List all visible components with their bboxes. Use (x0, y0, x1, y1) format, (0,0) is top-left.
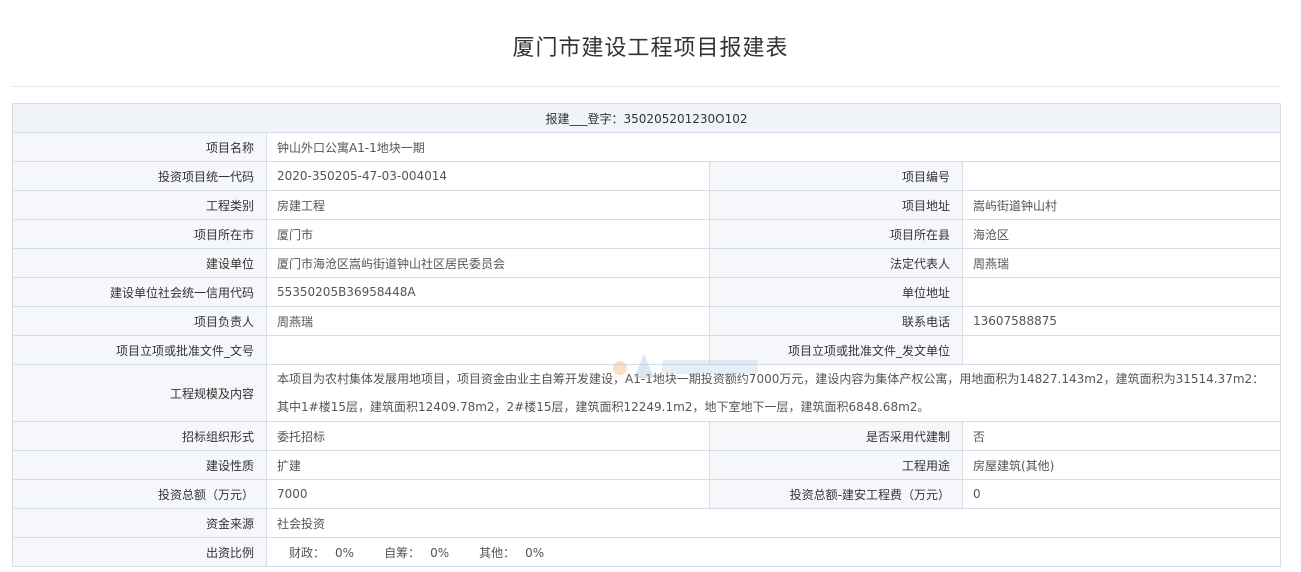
field-label: 项目所在县 (709, 219, 963, 249)
project-registration-table: 报建___登字：350205201230O102 项目名称 钟山外口公寓A1-1… (11, 103, 1282, 567)
field-label: 联系电话 (709, 306, 963, 336)
approval-doc-number-value (266, 335, 710, 365)
field-label: 项目所在市 (12, 219, 267, 249)
field-label: 单位地址 (709, 277, 963, 307)
table-row: 建设单位 厦门市海沧区嵩屿街道钟山社区居民委员会 法定代表人 周燕瑞 (12, 248, 1282, 278)
table-row: 招标组织形式 委托招标 是否采用代建制 否 (12, 421, 1282, 451)
field-label: 项目负责人 (12, 306, 267, 336)
field-label: 投资总额（万元） (12, 479, 267, 509)
table-row: 资金来源 社会投资 (12, 508, 1282, 538)
field-label: 法定代表人 (709, 248, 963, 278)
engineering-use-value: 房屋建筑(其他) (961, 450, 1282, 480)
field-label: 是否采用代建制 (709, 421, 963, 451)
unit-address-value (961, 277, 1282, 307)
self-funded-ratio-value: 0% (430, 545, 450, 560)
field-label: 投资项目统一代码 (12, 161, 267, 191)
table-row: 项目名称 钟山外口公寓A1-1地块一期 (12, 132, 1282, 162)
registration-number: 报建___登字：350205201230O102 (11, 103, 1282, 133)
project-county-value: 海沧区 (961, 219, 1282, 249)
field-label: 工程用途 (709, 450, 963, 480)
field-label: 项目编号 (709, 161, 963, 191)
field-label: 项目立项或批准文件_文号 (12, 335, 267, 365)
finance-ratio-label: 财政： (289, 545, 326, 560)
legal-representative-value: 周燕瑞 (961, 248, 1282, 278)
table-row: 工程规模及内容 本项目为农村集体发展用地项目，项目资金由业主自筹开发建设，A1-… (12, 364, 1282, 422)
field-label: 建设单位 (12, 248, 267, 278)
project-name-value: 钟山外口公寓A1-1地块一期 (265, 132, 1282, 162)
construction-unit-value: 厦门市海沧区嵩屿街道钟山社区居民委员会 (266, 248, 710, 278)
table-row: 项目负责人 周燕瑞 联系电话 13607588875 (12, 306, 1282, 336)
finance-ratio-value: 0% (335, 545, 355, 560)
field-label: 工程规模及内容 (12, 364, 267, 422)
project-address-value: 嵩屿街道钟山村 (961, 190, 1282, 220)
table-row: 工程类别 房建工程 项目地址 嵩屿街道钟山村 (12, 190, 1282, 220)
title-divider (12, 86, 1280, 87)
field-label: 项目地址 (709, 190, 963, 220)
fund-source-value: 社会投资 (265, 508, 1282, 538)
engineering-category-value: 房建工程 (266, 190, 710, 220)
field-label: 投资总额-建安工程费（万元） (709, 479, 963, 509)
contact-phone-value: 13607588875 (961, 306, 1282, 336)
page-title: 厦门市建设工程项目报建表 (512, 36, 789, 61)
field-label: 建设性质 (12, 450, 267, 480)
table-row: 项目立项或批准文件_文号 项目立项或批准文件_发文单位 (12, 335, 1282, 365)
self-funded-ratio: 自筹： 0% (384, 544, 449, 561)
table-row: 投资项目统一代码 2020-350205-47-03-004014 项目编号 (12, 161, 1282, 191)
table-row: 投资总额（万元） 7000 投资总额-建安工程费（万元） 0 (12, 479, 1282, 509)
table-row: 建设单位社会统一信用代码 55350205B36958448A 单位地址 (12, 277, 1282, 307)
credit-code-value: 55350205B36958448A (266, 277, 710, 307)
field-label: 资金来源 (12, 508, 267, 538)
approval-issuer-value (961, 335, 1282, 365)
field-label: 项目名称 (12, 132, 267, 162)
field-label: 项目立项或批准文件_发文单位 (709, 335, 963, 365)
construction-nature-value: 扩建 (266, 450, 710, 480)
installation-cost-value: 0 (961, 479, 1282, 509)
other-ratio: 其他： 0% (479, 544, 544, 561)
total-investment-value: 7000 (266, 479, 710, 509)
project-number-value (961, 161, 1282, 191)
project-city-value: 厦门市 (266, 219, 710, 249)
self-funded-ratio-label: 自筹： (384, 545, 421, 560)
bidding-form-value: 委托招标 (266, 421, 710, 451)
field-label: 招标组织形式 (12, 421, 267, 451)
finance-ratio: 财政： 0% (289, 544, 354, 561)
project-leader-value: 周燕瑞 (266, 306, 710, 336)
funding-ratio-value: 财政： 0% 自筹： 0% 其他： 0% (265, 537, 1282, 567)
field-label: 建设单位社会统一信用代码 (12, 277, 267, 307)
scale-content-value: 本项目为农村集体发展用地项目，项目资金由业主自筹开发建设，A1-1地块一期投资额… (265, 364, 1282, 422)
table-row: 项目所在市 厦门市 项目所在县 海沧区 (12, 219, 1282, 249)
field-label: 工程类别 (12, 190, 267, 220)
field-label: 出资比例 (12, 537, 267, 567)
table-row: 报建___登字：350205201230O102 (11, 103, 1282, 133)
other-ratio-value: 0% (525, 545, 545, 560)
other-ratio-label: 其他： (479, 545, 516, 560)
agent-construction-value: 否 (961, 421, 1282, 451)
table-row: 建设性质 扩建 工程用途 房屋建筑(其他) (12, 450, 1282, 480)
table-row: 出资比例 财政： 0% 自筹： 0% 其他： 0% (12, 537, 1282, 567)
investment-code-value: 2020-350205-47-03-004014 (266, 161, 710, 191)
